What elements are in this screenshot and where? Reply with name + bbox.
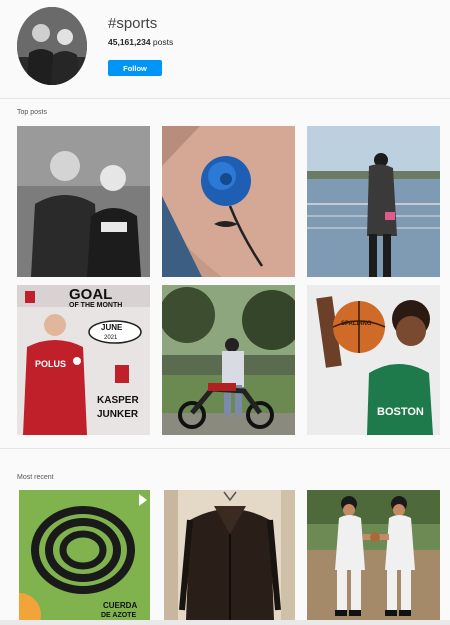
goal-month: JUNE [101, 323, 123, 332]
post-tile-skaters[interactable] [17, 126, 150, 277]
goal-headline: GOAL [69, 286, 112, 303]
post-image-motorbike [162, 285, 295, 435]
goal-jersey-text: POLUS [35, 359, 66, 369]
top-posts-label: Top posts [17, 109, 47, 116]
post-image-woman-pier [307, 126, 440, 277]
post-tile-leather-jacket[interactable] [164, 490, 297, 620]
post-image-rope: CUERDA DE AZOTE [19, 490, 150, 620]
rope-caption-line2: DE AZOTE [101, 612, 136, 619]
bottom-edge [0, 620, 450, 625]
post-image-goal-of-month: GOAL OF THE MONTH JUNE 2021 POLUS KASPER… [17, 285, 150, 435]
post-tile-woman-pier[interactable] [307, 126, 440, 277]
post-image-skaters [17, 126, 150, 277]
goal-subheadline: OF THE MONTH [69, 302, 122, 309]
hashtag-avatar [17, 7, 87, 85]
follow-button[interactable]: Follow [108, 60, 162, 76]
post-image-rose-tattoo [162, 126, 295, 277]
post-tile-rose-tattoo[interactable] [162, 126, 295, 277]
post-tile-baseball[interactable] [307, 490, 440, 620]
post-tile-motorbike[interactable] [162, 285, 295, 435]
most-recent-label: Most recent [17, 474, 54, 481]
rope-caption-line1: CUERDA [103, 601, 137, 610]
hashtag-title: #sports [108, 15, 158, 32]
post-tile-basketball[interactable]: BOSTON SPALDING [307, 285, 440, 435]
post-tile-rope[interactable]: CUERDA DE AZOTE [19, 490, 152, 620]
post-image-baseball [307, 490, 440, 620]
goal-first-name: KASPER [97, 395, 139, 406]
posts-count-value: 45,161,234 [108, 37, 151, 47]
goal-year: 2021 [104, 335, 118, 341]
header-divider [0, 98, 450, 99]
goal-last-name: JUNKER [97, 409, 139, 420]
posts-count: 45,161,234 posts [108, 37, 173, 47]
posts-count-suffix: posts [152, 37, 174, 47]
post-tile-goal-of-month[interactable]: GOAL OF THE MONTH JUNE 2021 POLUS KASPER… [17, 285, 150, 435]
post-image-basketball: BOSTON SPALDING [307, 285, 440, 435]
post-image-leather-jacket [164, 490, 295, 620]
basketball-ball-text: SPALDING [341, 321, 372, 327]
section-divider [0, 448, 450, 449]
basketball-jersey-text: BOSTON [377, 406, 424, 418]
